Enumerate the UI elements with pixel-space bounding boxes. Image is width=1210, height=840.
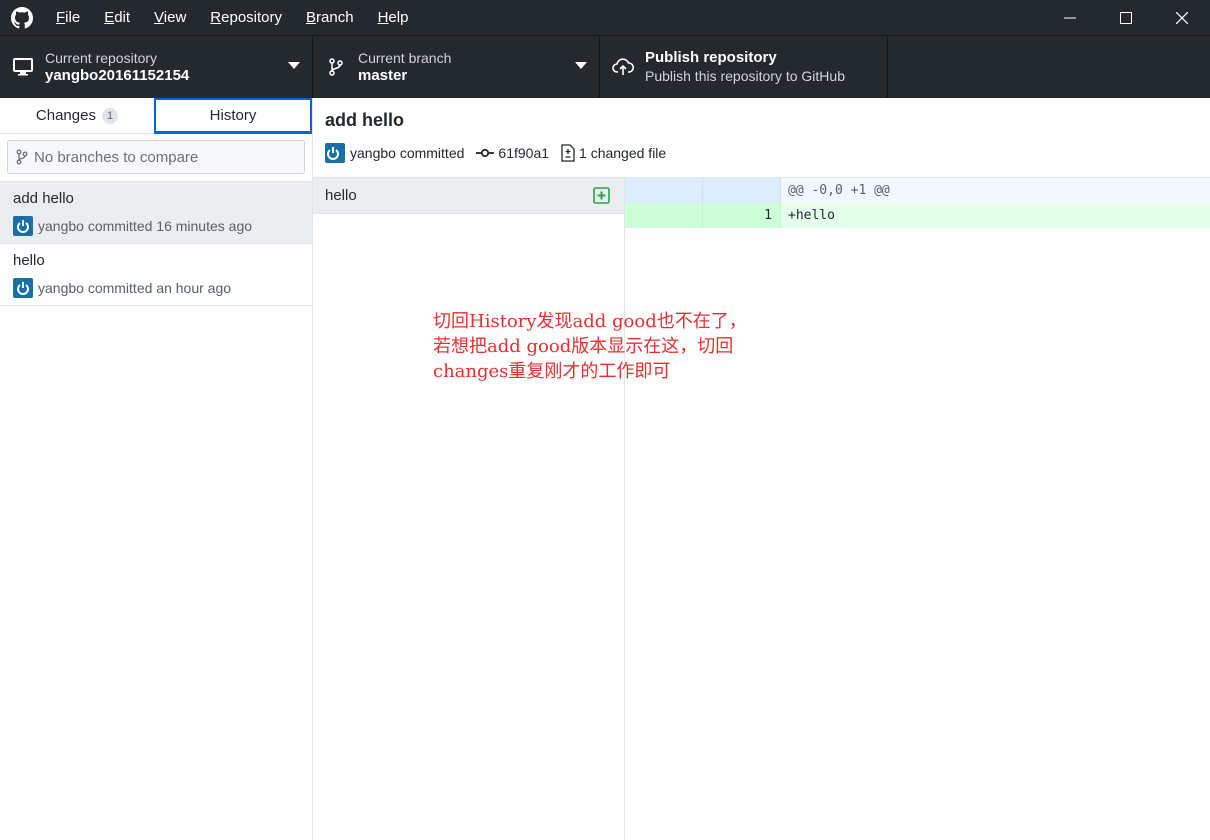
- desktop-icon: [0, 58, 45, 76]
- publish-subtitle: Publish this repository to GitHub: [645, 68, 845, 84]
- commit-summary-header: add hello yangbo committed 61f90a1 1 cha…: [313, 98, 1210, 178]
- publish-title: Publish repository: [645, 49, 777, 66]
- old-line-number: [625, 203, 703, 228]
- commit-summary: hello: [13, 252, 45, 269]
- file-name: hello: [325, 187, 357, 204]
- tab-changes[interactable]: Changes 1: [0, 98, 154, 133]
- sidebar: Changes 1 History No branches to compare…: [0, 98, 313, 840]
- menu-bar: File Edit View Repository Branch Help: [44, 0, 420, 35]
- diff-added-line[interactable]: 1 +hello: [625, 203, 1210, 228]
- diff-line-text: +hello: [788, 208, 835, 223]
- avatar: [325, 143, 345, 163]
- close-icon: [1176, 11, 1188, 24]
- new-line-number: [703, 178, 781, 203]
- commit-list-item[interactable]: add hello yangbo committed 16 minutes ag…: [0, 182, 312, 244]
- changed-file-list: hello: [313, 178, 625, 840]
- commit-meta-text: yangbo committed an hour ago: [38, 280, 232, 296]
- menu-repository[interactable]: Repository: [198, 0, 294, 35]
- tab-history-label: History: [209, 107, 257, 124]
- file-list-item[interactable]: hello: [313, 178, 624, 214]
- changes-count-badge: 1: [101, 107, 119, 124]
- cloud-upload-icon: [600, 58, 645, 76]
- minimize-icon: [1064, 17, 1076, 18]
- commit-list-item[interactable]: hello yangbo committed an hour ago: [0, 244, 312, 306]
- commit-title: add hello: [325, 110, 405, 130]
- branch-icon: [16, 149, 28, 165]
- file-added-icon: [593, 187, 610, 204]
- annotation-line: changes重复刚才的工作即可: [433, 361, 671, 382]
- old-line-number: [625, 178, 703, 203]
- compare-placeholder: No branches to compare: [34, 148, 199, 166]
- minimize-button[interactable]: [1042, 0, 1098, 35]
- chevron-down-icon: [575, 62, 587, 69]
- menu-file[interactable]: File: [44, 0, 92, 35]
- commit-summary: add hello: [13, 190, 74, 207]
- current-branch-button[interactable]: Current branch master: [313, 36, 600, 98]
- tab-history[interactable]: History: [154, 98, 312, 134]
- annotation-text: 切回History发现add good也不在了， 若想把add good版本显示…: [433, 309, 747, 384]
- branch-compare-input[interactable]: No branches to compare: [7, 140, 305, 174]
- window-controls: [1042, 0, 1210, 35]
- chevron-down-icon: [288, 62, 300, 69]
- diff-hunk-header: @@ -0,0 +1 @@: [625, 178, 1210, 203]
- menu-branch[interactable]: Branch: [294, 0, 366, 35]
- annotation-line: 若想把add good版本显示在这，切回: [433, 336, 734, 357]
- branch-icon: [313, 58, 358, 76]
- sidebar-tabs: Changes 1 History: [0, 98, 312, 134]
- title-bar: File Edit View Repository Branch Help: [0, 0, 1210, 35]
- branch-label: Current branch: [358, 50, 452, 66]
- diff-view: @@ -0,0 +1 @@ 1 +hello: [625, 178, 1210, 228]
- github-logo-icon: [0, 0, 44, 35]
- hunk-text: @@ -0,0 +1 @@: [788, 183, 890, 198]
- compare-bar: No branches to compare: [0, 134, 312, 182]
- branch-name: master: [358, 67, 408, 84]
- menu-help[interactable]: Help: [366, 0, 421, 35]
- close-button[interactable]: [1154, 0, 1210, 35]
- menu-edit[interactable]: Edit: [92, 0, 142, 35]
- new-line-number: 1: [703, 203, 781, 228]
- file-diff-icon: [561, 144, 575, 162]
- commit-meta-text: yangbo committed 16 minutes ago: [38, 218, 253, 234]
- commit-sha[interactable]: 61f90a1: [498, 145, 549, 161]
- menu-view[interactable]: View: [142, 0, 198, 35]
- avatar: [13, 278, 33, 298]
- changed-files-count: 1 changed file: [579, 145, 667, 161]
- commit-author: yangbo committed: [350, 145, 465, 161]
- tab-changes-label: Changes: [35, 107, 96, 124]
- toolbar: Current repository yangbo20161152154 Cur…: [0, 35, 1210, 98]
- commit-icon: [476, 148, 495, 158]
- repository-label: Current repository: [45, 50, 158, 66]
- maximize-button[interactable]: [1098, 0, 1154, 35]
- annotation-line: 切回History发现add good也不在了，: [433, 311, 747, 332]
- avatar: [13, 216, 33, 236]
- current-repository-button[interactable]: Current repository yangbo20161152154: [0, 36, 313, 98]
- publish-repository-button[interactable]: Publish repository Publish this reposito…: [600, 36, 888, 98]
- maximize-icon: [1120, 11, 1132, 24]
- repository-name: yangbo20161152154: [45, 67, 190, 84]
